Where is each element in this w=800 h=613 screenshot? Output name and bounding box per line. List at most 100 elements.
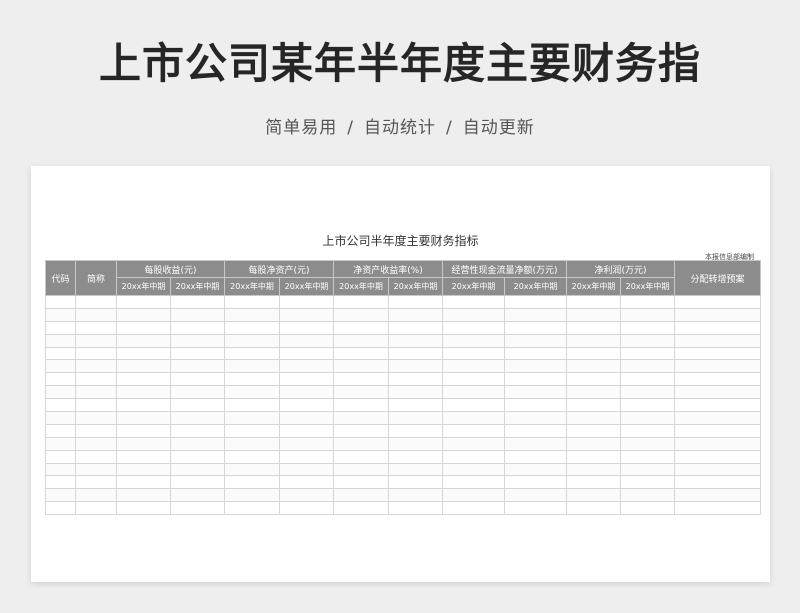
table-cell xyxy=(170,462,225,477)
table-row xyxy=(45,295,761,309)
table-cell xyxy=(566,462,621,477)
table-cell xyxy=(504,359,567,374)
table-cell xyxy=(442,436,505,451)
table-cell xyxy=(333,385,389,400)
table-cell xyxy=(620,411,675,425)
table-cell xyxy=(75,462,117,477)
header-period: 20xx年中期 xyxy=(116,277,171,296)
table-cell xyxy=(620,295,675,309)
table-body xyxy=(45,295,761,516)
table-cell xyxy=(566,295,621,309)
table-cell xyxy=(566,398,621,413)
table-cell xyxy=(620,346,675,361)
table-cell xyxy=(75,475,117,490)
table-cell xyxy=(674,411,761,425)
table-cell xyxy=(674,295,761,309)
table-cell xyxy=(224,372,280,387)
header-period: 20xx年中期 xyxy=(620,277,675,296)
table-cell xyxy=(504,385,567,400)
header-operating-cashflow: 经营性现金流量净额(万元) xyxy=(442,260,567,278)
table-row xyxy=(45,436,761,451)
table-cell xyxy=(45,411,76,425)
table-cell xyxy=(333,333,389,348)
table-cell xyxy=(279,385,334,400)
table-cell xyxy=(388,372,443,387)
table-cell xyxy=(333,411,389,425)
table-cell xyxy=(116,411,171,425)
table-cell xyxy=(442,346,505,361)
table-cell xyxy=(116,398,171,413)
table-cell xyxy=(333,436,389,451)
table-cell xyxy=(388,488,443,503)
table-row xyxy=(45,333,761,348)
table-cell xyxy=(224,295,280,309)
table-cell xyxy=(674,475,761,490)
table-cell xyxy=(566,346,621,361)
table-cell xyxy=(279,436,334,451)
table-cell xyxy=(116,436,171,451)
table-cell xyxy=(504,475,567,490)
table-cell xyxy=(388,423,443,438)
subtitle-easy: 简单易用 xyxy=(265,118,338,138)
table-cell xyxy=(442,449,505,464)
table-cell xyxy=(442,398,505,413)
table-cell xyxy=(170,307,225,322)
table-cell xyxy=(620,307,675,322)
table-cell xyxy=(75,320,117,335)
table-cell xyxy=(170,449,225,464)
table-row xyxy=(45,449,761,464)
table-cell xyxy=(45,372,76,387)
subtitle-separator: / xyxy=(347,118,354,138)
table-cell xyxy=(224,359,280,374)
table-cell xyxy=(279,333,334,348)
header-period: 20xx年中期 xyxy=(504,277,567,296)
table-cell xyxy=(170,372,225,387)
table-cell xyxy=(674,423,761,438)
table-cell xyxy=(170,385,225,400)
table-row xyxy=(45,307,761,322)
table-cell xyxy=(45,385,76,400)
header-dividend-plan: 分配转增预案 xyxy=(674,260,761,296)
table-cell xyxy=(170,295,225,309)
table-cell xyxy=(224,385,280,400)
header-period: 20xx年中期 xyxy=(279,277,334,296)
table-cell xyxy=(224,423,280,438)
table-cell xyxy=(388,320,443,335)
table-cell xyxy=(388,436,443,451)
sheet-title: 上市公司半年度主要财务指标 xyxy=(322,234,479,248)
table-cell xyxy=(504,398,567,413)
table-row xyxy=(45,475,761,490)
table-cell xyxy=(620,372,675,387)
table-cell xyxy=(442,475,505,490)
table-cell xyxy=(75,488,117,503)
table-cell xyxy=(224,346,280,361)
table-cell xyxy=(333,372,389,387)
table-cell xyxy=(279,475,334,490)
table-cell xyxy=(170,398,225,413)
table-row xyxy=(45,423,761,438)
table-cell xyxy=(116,372,171,387)
table-cell xyxy=(279,488,334,503)
table-cell xyxy=(504,372,567,387)
table-cell xyxy=(504,295,567,309)
table-cell xyxy=(279,423,334,438)
table-cell xyxy=(75,333,117,348)
header-code: 代码 xyxy=(45,260,76,296)
table-cell xyxy=(333,423,389,438)
table-cell xyxy=(333,488,389,503)
table-cell xyxy=(442,372,505,387)
table-cell xyxy=(620,398,675,413)
table-cell xyxy=(620,501,675,516)
table-cell xyxy=(333,462,389,477)
table-cell xyxy=(75,449,117,464)
table-cell xyxy=(224,411,280,425)
table-cell xyxy=(674,436,761,451)
table-cell xyxy=(116,449,171,464)
table-cell xyxy=(224,398,280,413)
table-cell xyxy=(674,462,761,477)
table-cell xyxy=(388,449,443,464)
table-cell xyxy=(116,475,171,490)
table-cell xyxy=(224,501,280,516)
table-cell xyxy=(333,398,389,413)
table-cell xyxy=(333,501,389,516)
